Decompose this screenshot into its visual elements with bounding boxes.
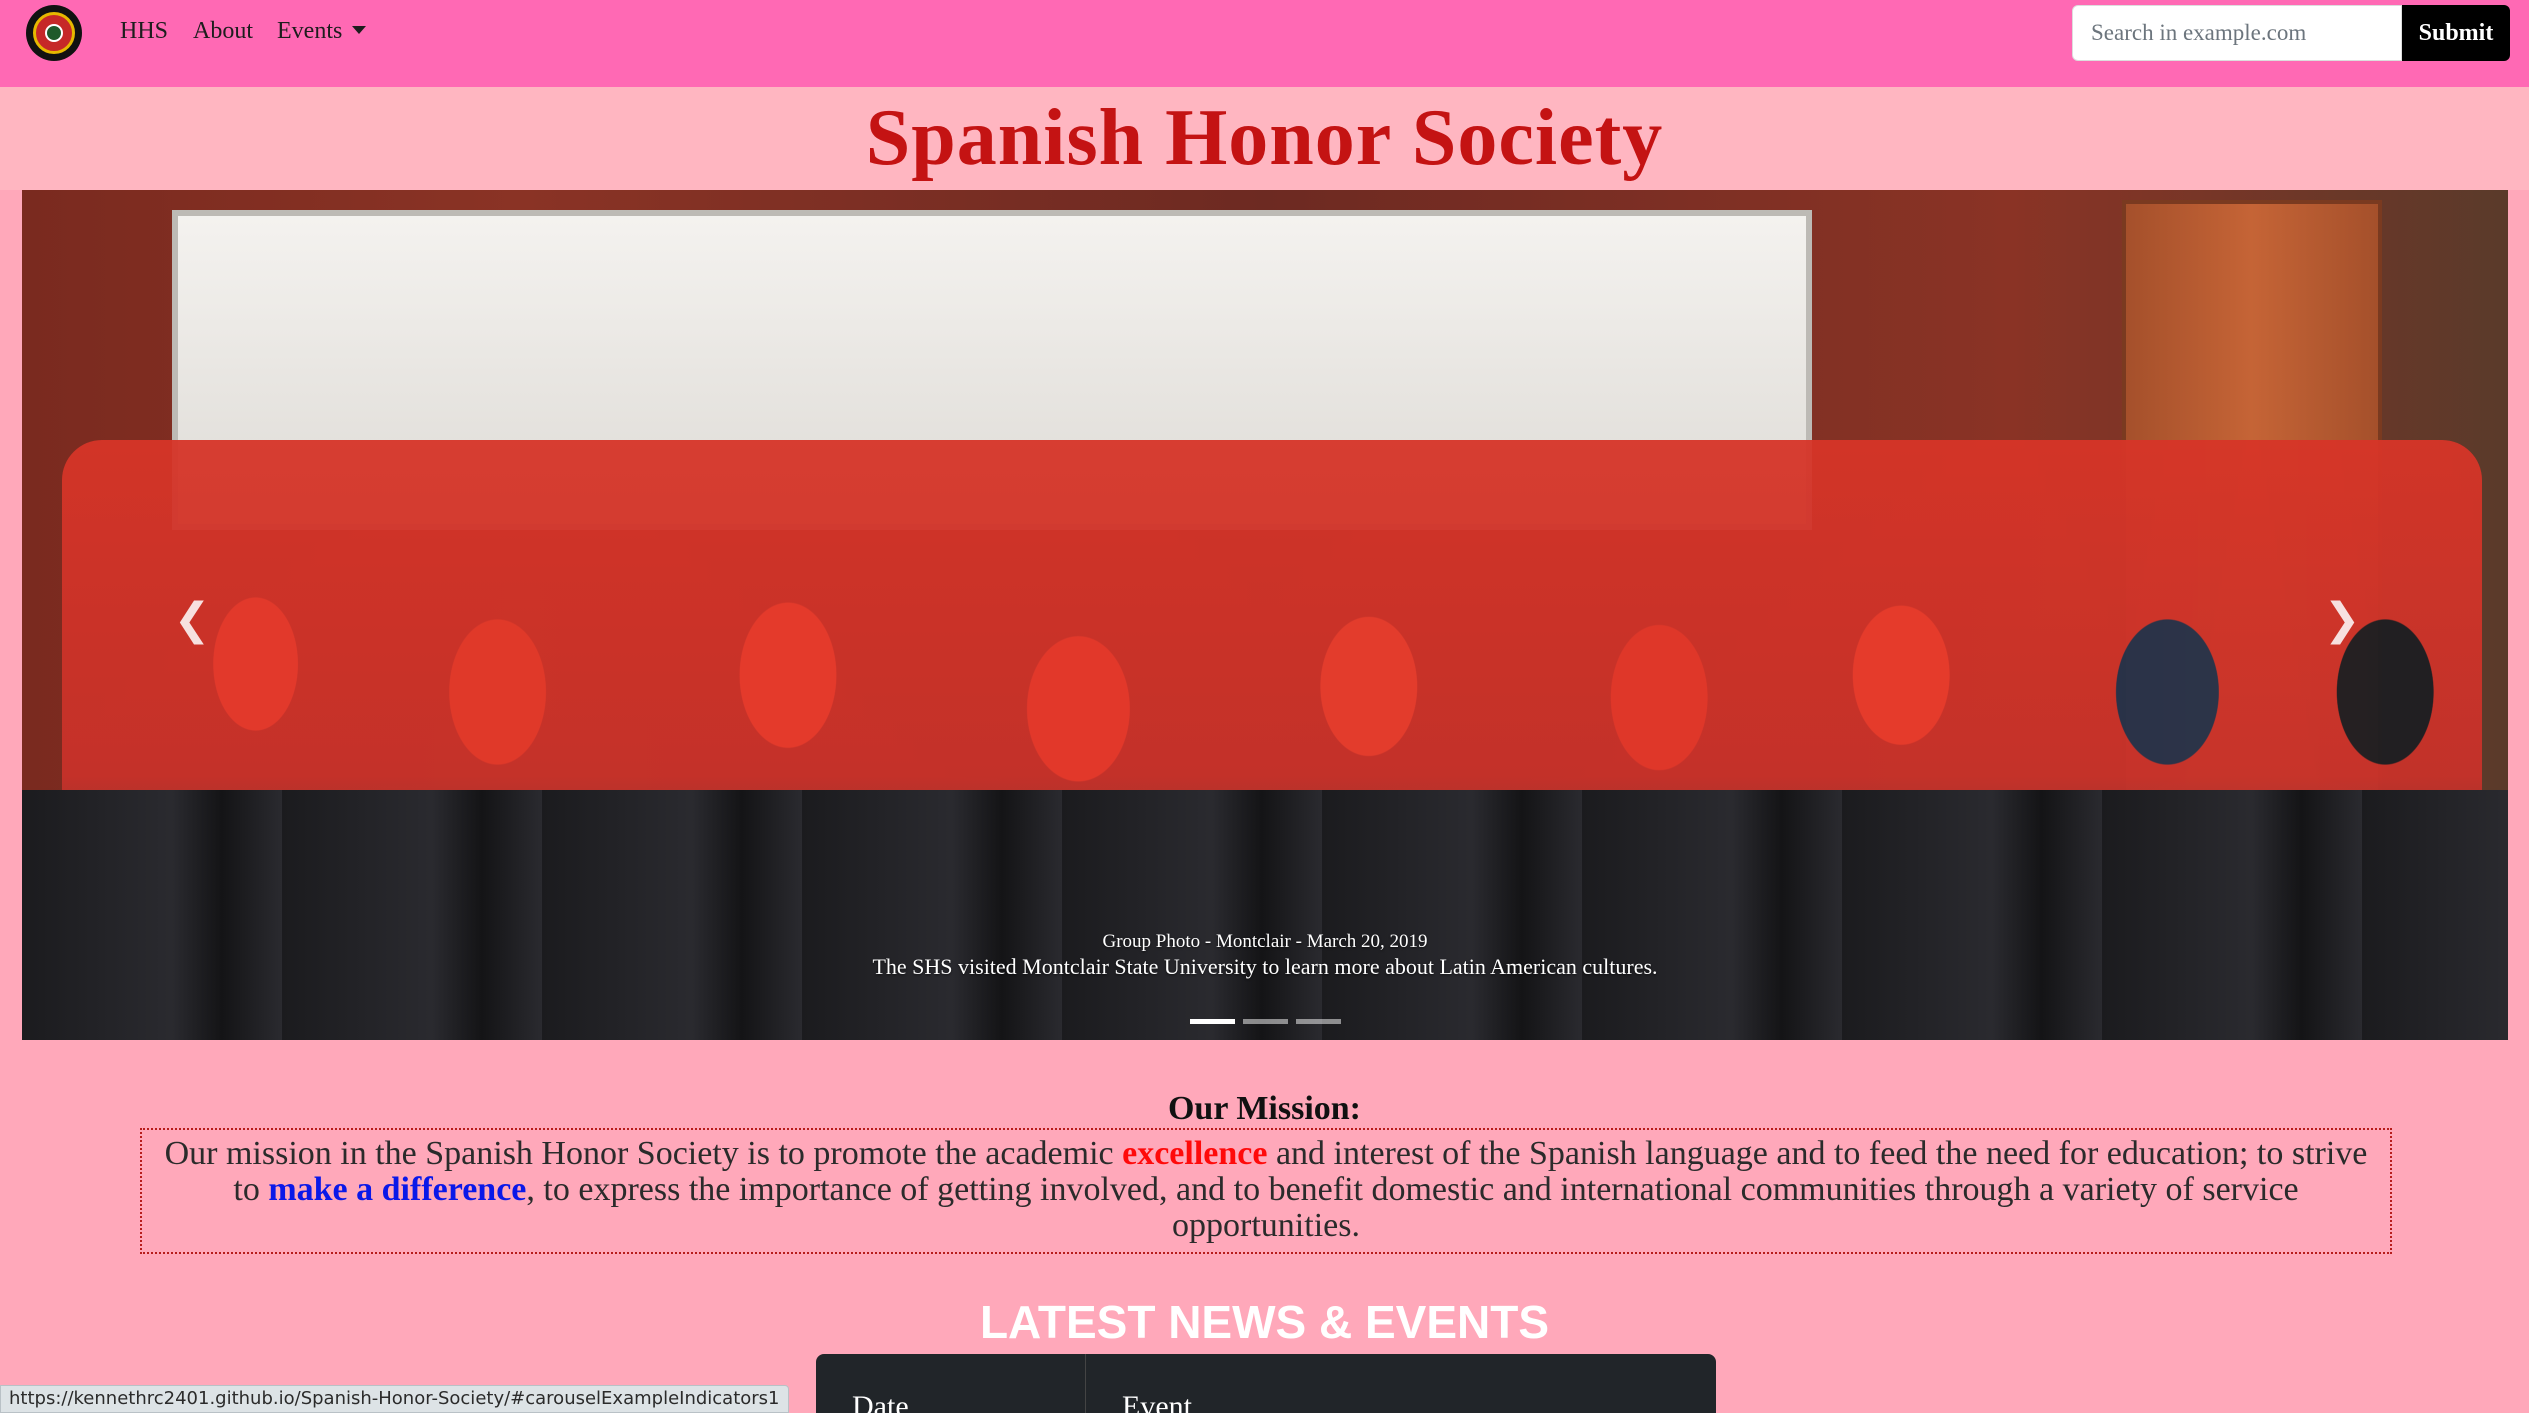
- title-band: Spanish Honor Society: [0, 87, 2529, 190]
- caption-text: The SHS visited Montclair State Universi…: [872, 954, 1658, 979]
- search-input[interactable]: [2072, 5, 2402, 61]
- submit-button[interactable]: Submit: [2402, 5, 2510, 61]
- carousel-indicator[interactable]: [1189, 1019, 1235, 1024]
- mission-highlight-excellence: excellence: [1122, 1135, 1268, 1172]
- nav-link-hhs[interactable]: HHS: [120, 18, 168, 45]
- carousel-photo-chairs: [22, 790, 2508, 1040]
- photo-carousel: ❮ ❯ Group Photo - Montclair - March 20, …: [22, 190, 2508, 1040]
- nav-link-about[interactable]: About: [193, 18, 253, 45]
- school-crest-icon[interactable]: [26, 5, 82, 61]
- status-bar-url: https://kennethrc2401.github.io/Spanish-…: [0, 1385, 789, 1413]
- events-label: Events: [277, 18, 343, 44]
- chevron-left-icon[interactable]: ❮: [162, 590, 222, 650]
- mission-text: Our mission in the Spanish Honor Society…: [164, 1135, 1123, 1172]
- news-heading: LATEST NEWS & EVENTS: [979, 1296, 1550, 1348]
- chevron-right-icon[interactable]: ❯: [2312, 590, 2372, 650]
- news-table: Date Event: [816, 1354, 1716, 1413]
- caption-title: Group Photo - Montclair - March 20, 2019: [1102, 931, 1428, 952]
- chevron-down-icon: [352, 25, 367, 34]
- carousel-indicator[interactable]: [1242, 1019, 1288, 1024]
- carousel-caption: Group Photo - Montclair - March 20, 2019…: [22, 930, 2508, 980]
- navbar: HHS About Events Submit: [0, 0, 2529, 87]
- mission-highlight-difference: make a difference: [268, 1171, 527, 1208]
- page-title: Spanish Honor Society: [865, 94, 1664, 182]
- carousel-indicators: [22, 1019, 2508, 1024]
- mission-statement: Our mission in the Spanish Honor Society…: [140, 1128, 2392, 1254]
- mission-text: , to express the importance of getting i…: [526, 1171, 2299, 1244]
- mission-heading: Our Mission:: [1167, 1090, 1361, 1127]
- table-header-date: Date: [816, 1354, 1086, 1413]
- nav-dropdown-events[interactable]: Events: [277, 18, 367, 45]
- carousel-indicator[interactable]: [1295, 1019, 1341, 1024]
- table-header-event: Event: [1122, 1390, 1192, 1413]
